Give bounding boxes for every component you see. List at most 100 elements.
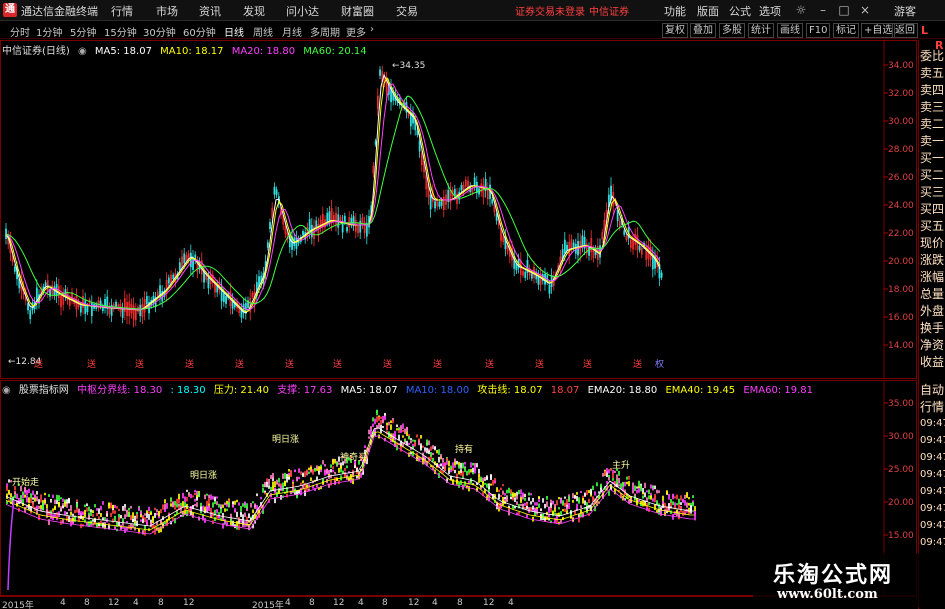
menu-discover[interactable]: 发现 — [243, 3, 265, 19]
band-block — [688, 497, 690, 500]
band-block — [254, 503, 256, 509]
menu-ask[interactable]: 问小达 — [286, 3, 319, 19]
menu-function[interactable]: 功能 — [664, 3, 686, 19]
band-block — [422, 445, 424, 448]
side-quote-tab[interactable]: 行情 — [920, 401, 944, 413]
back-button[interactable]: 返回 — [892, 23, 918, 38]
band-block — [312, 468, 314, 473]
band-block — [472, 467, 474, 473]
band-block — [162, 504, 164, 510]
mark-button[interactable]: 标记 — [833, 23, 859, 38]
ma20-value: MA20: 18.80 — [231, 46, 296, 57]
band-block — [400, 428, 402, 433]
period-more[interactable]: 更多 — [346, 24, 366, 39]
f10-button[interactable]: F10 — [806, 23, 831, 38]
band-block — [590, 488, 592, 495]
period-30min[interactable]: 30分钟 — [143, 24, 176, 39]
kline-chart-panel[interactable]: 34.00 32.00 30.00 28.00 26.00 24.00 22.00 20.00… — [0, 40, 917, 379]
event-marker: 送 — [34, 358, 43, 370]
band-block — [124, 507, 126, 511]
period-intraday[interactable]: 分时 — [10, 24, 30, 39]
settings-icon[interactable]: ☼ — [793, 2, 809, 18]
period-15min[interactable]: 15分钟 — [104, 24, 137, 39]
period-monthly[interactable]: 月线 — [282, 24, 302, 39]
multi-stock-button[interactable]: 多股 — [719, 23, 745, 38]
band-block — [612, 472, 614, 479]
kline-chart-svg[interactable]: 34.00 32.00 30.00 28.00 26.00 24.00 22.00 20.00… — [0, 40, 917, 379]
band-block — [120, 515, 122, 519]
band-block — [268, 485, 270, 489]
band-block — [588, 490, 590, 494]
band-block — [208, 505, 210, 511]
candle-body — [79, 305, 82, 313]
user-guest[interactable]: 游客 — [894, 3, 916, 19]
period-weekly[interactable]: 周线 — [253, 24, 273, 39]
close-icon[interactable]: × — [857, 2, 873, 18]
band-block — [130, 505, 132, 509]
overlay-button[interactable]: 叠加 — [690, 23, 716, 38]
login-warning[interactable]: 证券交易未登录 — [515, 3, 585, 18]
band-block — [402, 423, 404, 429]
time-tick: 8 — [309, 598, 315, 608]
add-watchlist-button[interactable]: +自选 — [861, 23, 896, 38]
menu-trade[interactable]: 交易 — [396, 3, 418, 19]
period-daily[interactable]: 日线 — [224, 24, 244, 39]
menu-formula[interactable]: 公式 — [729, 3, 751, 19]
dropdown-icon[interactable]: ◉ — [78, 46, 87, 57]
band-block — [410, 440, 412, 444]
statistics-button[interactable]: 统计 — [748, 23, 774, 38]
band-block — [406, 431, 408, 437]
band-block — [530, 493, 532, 496]
band-block — [652, 485, 654, 489]
ind-y-tick-label: 15.00 — [888, 531, 914, 541]
draw-line-button[interactable]: 画线 — [777, 23, 803, 38]
period-multi[interactable]: 多周期 — [310, 24, 340, 39]
time-tick: 12 — [333, 598, 345, 608]
band-block — [60, 506, 62, 510]
minimize-icon[interactable]: – — [815, 2, 831, 18]
band-block — [604, 471, 606, 476]
ind-field-2: 压力: 21.40 — [213, 385, 270, 396]
band-block — [420, 443, 422, 449]
band-block — [58, 495, 60, 502]
band-block — [662, 495, 664, 501]
indicator-dropdown-icon[interactable]: ◉ — [2, 385, 11, 396]
band-block — [124, 527, 126, 534]
period-5min[interactable]: 5分钟 — [70, 24, 96, 39]
band-block — [320, 469, 322, 473]
band-block — [206, 493, 208, 496]
band-block — [384, 415, 386, 421]
ma-line-2 — [5, 83, 661, 311]
band-block — [134, 515, 136, 522]
main-y-tick-label: 22.00 — [888, 229, 914, 239]
menu-options[interactable]: 选项 — [759, 3, 781, 19]
maximize-icon[interactable]: □ — [836, 2, 852, 18]
band-block — [274, 488, 276, 494]
side-header-l[interactable]: L — [921, 24, 928, 37]
menu-news[interactable]: 资讯 — [199, 3, 221, 19]
menu-layout[interactable]: 版面 — [697, 3, 719, 19]
signal-label: 明日涨 — [272, 434, 299, 445]
candle-body — [379, 69, 381, 76]
more-arrow-icon[interactable]: › — [370, 24, 374, 35]
band-block — [542, 498, 544, 503]
time-tick: 4 — [508, 598, 514, 608]
period-60min[interactable]: 60分钟 — [183, 24, 216, 39]
menu-wealth[interactable]: 财富圈 — [341, 3, 374, 19]
band-block — [556, 513, 558, 516]
menu-quotes[interactable]: 行情 — [111, 3, 133, 19]
side-auto-tab[interactable]: 自动 — [920, 384, 944, 396]
band-block — [582, 497, 584, 504]
candle-body — [308, 219, 311, 232]
tick-time-0: 09:47 — [920, 418, 945, 429]
adjust-button[interactable]: 复权 — [662, 23, 688, 38]
band-block — [436, 450, 438, 454]
band-block — [252, 501, 254, 504]
period-1min[interactable]: 1分钟 — [36, 24, 62, 39]
band-block — [398, 434, 400, 441]
menu-market[interactable]: 市场 — [156, 3, 178, 19]
band-block — [676, 503, 678, 506]
band-block — [304, 471, 306, 478]
band-block — [512, 492, 514, 498]
band-block — [694, 511, 696, 515]
